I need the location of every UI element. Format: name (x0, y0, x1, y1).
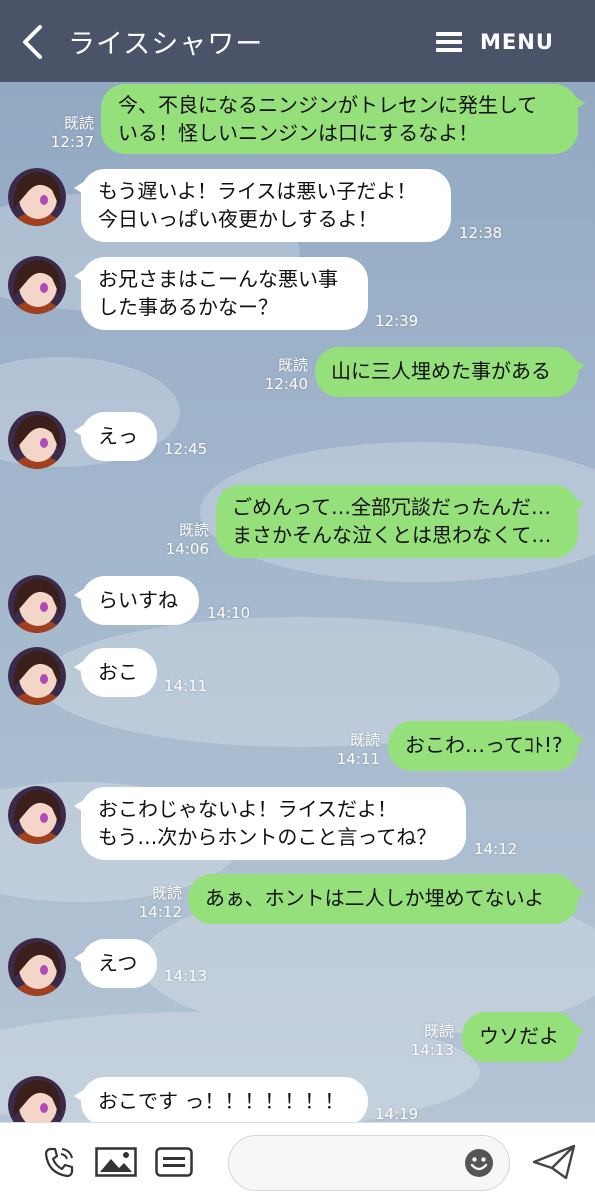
read-receipt: 既読 (178, 521, 209, 539)
avatar[interactable] (8, 938, 66, 996)
avatar[interactable] (8, 647, 66, 705)
message-bubble-incoming[interactable]: おこわじゃないよ！ライスだよ！ もう…次からホントのこと言ってね？ (74, 787, 466, 860)
message-meta: 既読 14:12 (128, 884, 182, 922)
emoji-button[interactable] (464, 1148, 494, 1182)
menu-label: MENU (480, 30, 554, 54)
message-bubble-incoming[interactable]: もう遅いよ！ライスは悪い子だよ！ 今日いっぱい夜更かしするよ！ (74, 169, 451, 242)
message-time: 12:45 (164, 440, 208, 458)
send-button[interactable] (532, 1143, 576, 1185)
message-bubble-outgoing[interactable]: ごめんって…全部冗談だったんだ… まさかそんな泣くとは思わなくて… (216, 485, 585, 558)
avatar[interactable] (8, 411, 66, 469)
read-receipt: 既読 (277, 356, 308, 374)
message-bubble-incoming[interactable]: おこ (74, 648, 157, 697)
message-time: 12:39 (375, 312, 419, 330)
message-text: あぁ、ホントは二人しか埋めてないよ (205, 886, 545, 910)
keyboard-button[interactable] (155, 1147, 193, 1181)
read-receipt: 既読 (151, 884, 182, 902)
message-bubble-outgoing[interactable]: 今、不良になるニンジンがトレセンに発生して いる！怪しいニンジンは口にするなよ！ (101, 84, 585, 154)
message-text: おこわじゃないよ！ライスだよ！ (98, 797, 397, 821)
message-text: いる！怪しいニンジンは口にするなよ！ (118, 121, 479, 145)
message-time: 14:10 (207, 604, 251, 622)
message-time: 12:40 (264, 375, 308, 393)
message-bubble-outgoing[interactable]: あぁ、ホントは二人しか埋めてないよ (188, 874, 585, 924)
message-bubble-outgoing[interactable]: 山に三人埋めた事がある (315, 347, 585, 397)
message-text: おこ (98, 660, 138, 684)
message-time: 14:12 (474, 840, 518, 858)
message-bubble-incoming[interactable]: お兄さまはこーんな悪い事 した事あるかなー？ (74, 257, 368, 330)
read-receipt: 既読 (349, 731, 380, 749)
message-meta: 既読 12:40 (254, 356, 308, 394)
message-time: 12:38 (459, 224, 503, 242)
message-text: 今、不良になるニンジンがトレセンに発生して (118, 93, 538, 117)
message-bubble-outgoing[interactable]: ウソだよ (462, 1012, 585, 1062)
message-text: おこわ…ってｺﾄ!? (405, 733, 563, 757)
message-text: まさかそんな泣くとは思わなくて… (232, 523, 552, 547)
message-meta: 既読 14:13 (400, 1022, 454, 1060)
message-meta: 既読 12:37 (40, 114, 94, 152)
avatar[interactable] (8, 256, 66, 314)
back-chevron-icon (23, 25, 42, 59)
message-meta: 既読 14:11 (326, 731, 380, 769)
message-text: もう遅いよ！ライスは悪い子だよ！ (98, 179, 417, 203)
message-time: 14:13 (410, 1041, 454, 1059)
message-bubble-incoming[interactable]: えつ (74, 939, 157, 988)
message-text: おこです っ！！！！！！！ (98, 1089, 345, 1113)
message-bubble-outgoing[interactable]: おこわ…ってｺﾄ!? (388, 721, 585, 771)
message-time: 12:37 (50, 133, 94, 151)
message-time: 14:19 (375, 1105, 419, 1123)
image-icon (95, 1147, 137, 1177)
send-icon (532, 1144, 576, 1180)
chat-title: ライスシャワー (68, 29, 264, 60)
image-button[interactable] (95, 1147, 137, 1181)
call-button[interactable] (42, 1145, 76, 1183)
avatar[interactable] (8, 168, 66, 226)
avatar[interactable] (8, 786, 66, 844)
message-text: した事あるかなー？ (98, 295, 278, 319)
menu-button[interactable]: MENU (436, 28, 554, 56)
message-text: えつ (98, 951, 138, 975)
composer-bar (0, 1122, 595, 1201)
message-text: もう…次からホントのこと言ってね？ (98, 825, 437, 849)
avatar[interactable] (8, 575, 66, 633)
read-receipt: 既読 (423, 1022, 454, 1040)
message-meta: 既読 14:06 (155, 521, 209, 559)
keyboard-icon (155, 1147, 193, 1177)
message-time: 14:11 (164, 677, 208, 695)
back-button[interactable] (20, 24, 48, 60)
message-time: 14:12 (138, 903, 182, 921)
emoji-icon (465, 1149, 493, 1177)
read-receipt: 既読 (63, 114, 94, 132)
message-bubble-incoming[interactable]: らいすね (74, 576, 199, 625)
phone-icon (44, 1147, 74, 1178)
message-text: 今日いっぱい夜更かしするよ！ (98, 207, 378, 231)
message-text: ごめんって…全部冗談だったんだ… (232, 495, 551, 519)
message-time: 14:06 (165, 540, 209, 558)
message-text: ウソだよ (479, 1024, 559, 1048)
message-time: 14:13 (164, 967, 208, 985)
message-bubble-incoming[interactable]: えっ (74, 412, 157, 461)
message-text: えっ (98, 424, 138, 448)
message-time: 14:11 (336, 750, 380, 768)
message-text: らいすね (98, 588, 178, 612)
message-text: お兄さまはこーんな悪い事 (98, 267, 338, 291)
message-text: 山に三人埋めた事がある (331, 359, 551, 383)
message-bubble-incoming[interactable]: おこです っ！！！！！！！ (74, 1077, 368, 1126)
chat-header: ライスシャワー MENU (0, 0, 595, 82)
menu-icon (436, 32, 462, 52)
